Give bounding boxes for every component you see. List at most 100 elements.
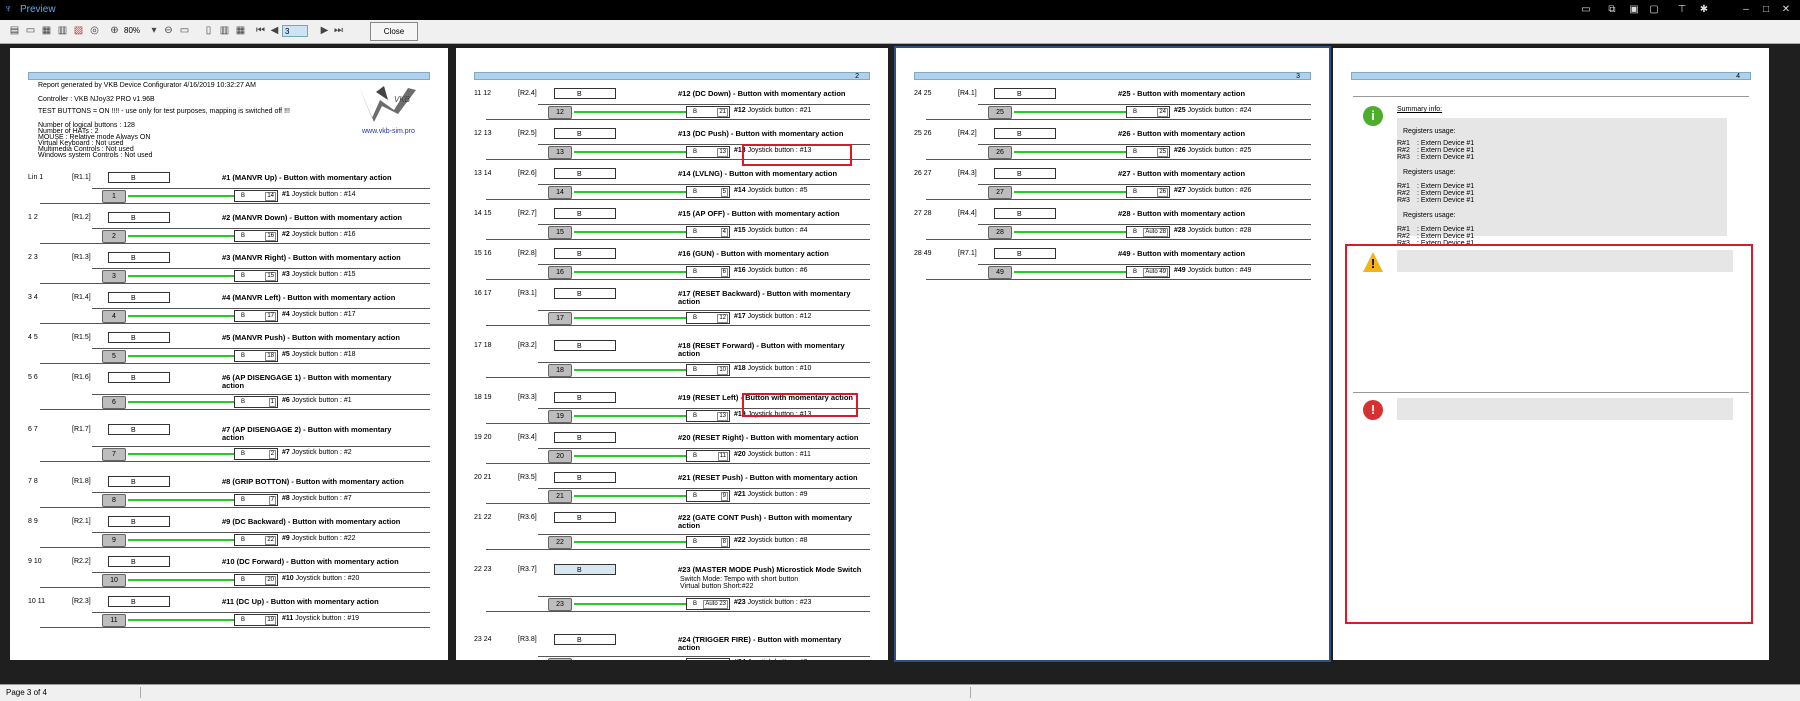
logical-button-number[interactable]: 2 [102,230,126,243]
two-page-icon[interactable]: ▥ [218,24,231,37]
target-button-box[interactable]: B 11 [686,450,730,462]
zoom-icon[interactable]: ⊕ [108,24,121,37]
target-button-box[interactable]: B 21 [686,106,730,118]
window-icon[interactable]: ▢ [1646,2,1662,18]
maximize-icon[interactable]: □ [1758,2,1774,18]
target-button-box[interactable]: B 20 [234,574,278,586]
physical-button-box[interactable]: B [994,208,1056,219]
logical-button-number[interactable]: 1 [102,190,126,203]
target-button-box[interactable]: B 17 [234,310,278,322]
target-button-box[interactable]: B 15 [234,270,278,282]
physical-button-box[interactable]: B [554,128,616,139]
physical-button-box[interactable]: B [108,372,170,383]
zoom-dropdown-icon[interactable]: ▾ [150,24,158,37]
pin2-icon[interactable]: ✱ [1696,2,1712,18]
logical-button-number[interactable]: 5 [102,350,126,363]
target-button-box[interactable]: B 18 [234,350,278,362]
physical-button-box[interactable]: B [554,248,616,259]
target-button-box[interactable]: B6 [686,266,730,278]
pdf-icon[interactable]: ▧ [72,24,85,37]
physical-button-box[interactable]: B [554,472,616,483]
target-button-box[interactable]: B2 [234,448,278,460]
minimize-icon[interactable]: – [1738,2,1754,18]
target-button-box[interactable]: B 12 [686,312,730,324]
vkb-link[interactable]: www.vkb-sim.pro [362,128,415,135]
target-button-box[interactable]: B1 [234,396,278,408]
target-button-box[interactable]: B 19 [234,614,278,626]
logical-button-number[interactable]: 11 [102,614,126,627]
first-page-icon[interactable]: ⏮ [254,24,267,37]
physical-button-box[interactable]: B [108,424,170,435]
logical-button-number[interactable]: 20 [548,450,572,463]
target-button-box[interactable]: B 26 [1126,186,1170,198]
logical-button-number[interactable]: 21 [548,490,572,503]
last-page-icon[interactable]: ⏭ [332,24,345,37]
target-button-box[interactable]: B 14 [234,190,278,202]
physical-button-box[interactable]: B [108,476,170,487]
preview-canvas[interactable]: Report generated by VKB Device Configura… [0,44,1800,684]
logical-button-number[interactable]: 12 [548,106,572,119]
target-button-box[interactable]: B4 [686,226,730,238]
logical-button-number[interactable]: 3 [102,270,126,283]
page-number-input[interactable]: 3 [282,25,308,37]
save-icon[interactable]: ▦ [40,24,53,37]
screen-icon[interactable]: ▣ [1626,2,1642,18]
target-button-box[interactable]: B7 [234,494,278,506]
zoom-out-icon[interactable]: ⊖ [162,24,175,37]
pin-icon[interactable]: ⊤ [1674,2,1690,18]
logical-button-number[interactable]: 8 [102,494,126,507]
logical-button-number[interactable]: 10 [102,574,126,587]
logical-button-number[interactable]: 27 [988,186,1012,199]
next-page-icon[interactable]: ▶ [318,24,331,37]
physical-button-box[interactable]: B [994,88,1056,99]
layout-icon[interactable]: ▭ [1578,2,1594,18]
multi-page-icon[interactable]: ▦ [234,24,247,37]
physical-button-box[interactable]: B [554,288,616,299]
physical-button-box[interactable]: B [554,634,616,645]
target-button-box[interactable]: B5 [686,186,730,198]
logical-button-number[interactable]: 28 [988,226,1012,239]
export-icon[interactable]: ▥ [56,24,69,37]
physical-button-box[interactable]: B [554,88,616,99]
target-button-box[interactable]: B 22 [234,534,278,546]
target-button-box[interactable]: B 13 [686,410,730,422]
logical-button-number[interactable]: 13 [548,146,572,159]
logical-button-number[interactable]: 19 [548,410,572,423]
open-icon[interactable]: ▭ [24,24,37,37]
physical-button-box[interactable]: B [554,168,616,179]
physical-button-box[interactable]: B [554,432,616,443]
logical-button-number[interactable]: 14 [548,186,572,199]
close-button[interactable]: Close [370,22,418,41]
physical-button-box[interactable]: B [554,564,616,575]
physical-button-box[interactable]: B [108,172,170,183]
physical-button-box[interactable]: B [994,128,1056,139]
logical-button-number[interactable]: 18 [548,364,572,377]
logical-button-number[interactable]: 6 [102,396,126,409]
logical-button-number[interactable]: 49 [988,266,1012,279]
target-button-box[interactable]: B 16 [234,230,278,242]
target-button-box[interactable]: B Auto 23 [686,598,730,610]
physical-button-box[interactable]: B [108,516,170,527]
close-icon[interactable]: ✕ [1778,2,1794,18]
physical-button-box[interactable]: B [554,512,616,523]
target-button-box[interactable]: B Auto 49 [1126,266,1170,278]
physical-button-box[interactable]: B [108,252,170,263]
logical-button-number[interactable]: 24 [548,658,572,660]
fit-icon[interactable]: ▭ [178,24,191,37]
physical-button-box[interactable]: B [108,212,170,223]
physical-button-box[interactable]: B [108,332,170,343]
physical-button-box[interactable]: B [994,248,1056,259]
physical-button-box[interactable]: B [108,292,170,303]
print-icon[interactable]: ▤ [8,24,21,37]
target-button-box[interactable]: B8 [686,536,730,548]
find-icon[interactable]: ◎ [88,24,101,37]
target-button-box[interactable]: B 25 [1126,146,1170,158]
logical-button-number[interactable]: 23 [548,598,572,611]
physical-button-box[interactable]: B [554,208,616,219]
physical-button-box[interactable]: B [554,340,616,351]
logical-button-number[interactable]: 9 [102,534,126,547]
logical-button-number[interactable]: 15 [548,226,572,239]
one-page-icon[interactable]: ▯ [202,24,215,37]
physical-button-box[interactable]: B [554,392,616,403]
logical-button-number[interactable]: 7 [102,448,126,461]
